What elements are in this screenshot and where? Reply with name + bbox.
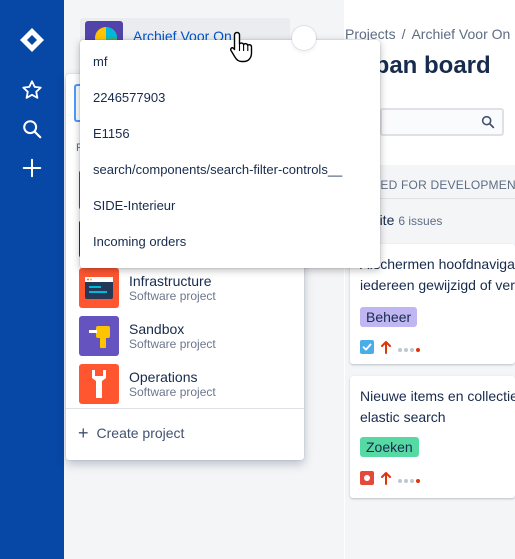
plus-icon: + [78,423,89,443]
estimate-dots [398,478,422,483]
project-type: Software project [129,288,216,303]
bug-icon [360,471,374,490]
autocomplete-option[interactable]: Incoming orders [80,224,380,260]
search-icon[interactable] [16,113,48,145]
panel-divider [66,408,304,409]
create-project-button[interactable]: + Create project [78,424,184,442]
card-label-tag: Zoeken [360,437,419,457]
project-type: Software project [129,384,216,399]
hand-cursor-icon [228,30,256,69]
autocomplete-option[interactable]: search/components/search-filter-controls… [80,152,380,188]
autocomplete-option[interactable]: 2246577903 [80,80,380,116]
priority-high-icon [380,340,392,359]
jira-logo-icon[interactable] [16,24,48,56]
swimlane-count: 6 issues [398,214,443,228]
card-label-tag: Beheer [360,307,418,327]
project-item-sandbox[interactable]: Sandbox Software project [79,316,299,356]
card-summary: Nieuwe items en collectie elastic search [360,386,515,428]
autocomplete-option[interactable]: SIDE-Interieur [80,188,380,224]
operations-avatar [79,364,119,404]
project-item-operations[interactable]: Operations Software project [79,364,299,404]
card-summary-line: Nieuwe items en collectie [360,388,515,404]
card-summary-line: Afschermen hoofdnavigat [360,256,515,272]
project-name: Sandbox [129,320,185,337]
search-icon [480,114,496,135]
infrastructure-avatar [79,268,119,308]
issue-card[interactable]: Nieuwe items en collectie elastic search… [350,376,515,498]
card-meta [360,340,422,359]
create-project-label: Create project [96,425,185,441]
card-summary-line: elastic search [360,409,446,425]
sidebar-collapse-button[interactable] [292,26,316,50]
board-search-input[interactable] [380,108,504,136]
autocomplete-option[interactable]: E1156 [80,116,380,152]
plus-icon[interactable] [16,152,48,184]
card-summary-line: iedereen gewijzigd of ver [360,277,515,293]
autocomplete-dropdown: mf 2246577903 E1156 search/components/se… [80,40,380,268]
star-icon[interactable] [16,74,48,106]
sandbox-avatar [79,316,119,356]
project-type: Software project [129,336,216,351]
card-summary: Afschermen hoofdnavigat iedereen gewijzi… [360,254,515,296]
task-icon [360,340,374,359]
breadcrumb-project[interactable]: Archief Voor On [411,26,510,42]
estimate-dots [398,347,422,352]
project-name: Operations [129,368,198,385]
project-name: Infrastructure [129,272,212,289]
column-header: CTED FOR DEVELOPMENT [364,178,515,192]
breadcrumb-separator: / [401,26,406,42]
priority-high-icon [380,471,392,490]
project-item-infrastructure[interactable]: Infrastructure Software project [79,268,299,308]
global-navigation [0,0,64,559]
card-meta [360,471,422,490]
